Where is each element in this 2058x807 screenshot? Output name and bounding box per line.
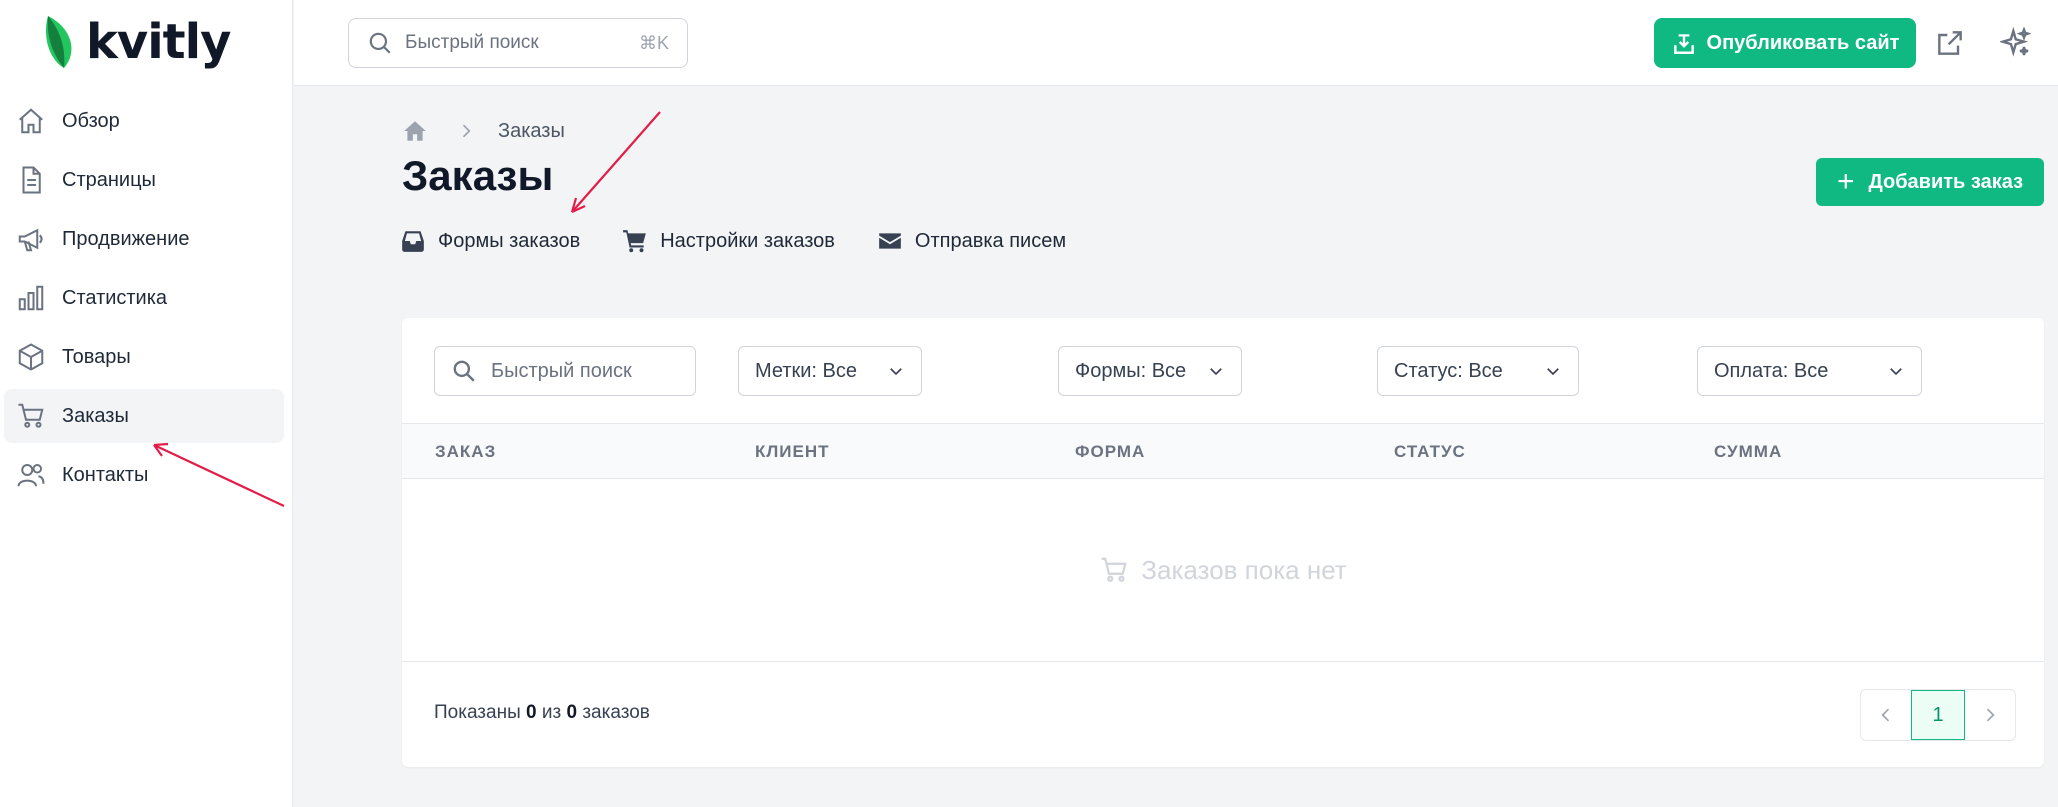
cube-icon [18, 343, 44, 371]
sidebar: kvitly Обзор Страницы Продвижение Статис… [0, 0, 293, 807]
bar-chart-icon [18, 285, 44, 311]
column-header-order[interactable]: ЗАКАЗ [435, 442, 496, 462]
megaphone-icon [18, 228, 43, 252]
upload-icon [1673, 34, 1694, 54]
ai-assistant-button[interactable] [1998, 26, 2032, 59]
pagination: 1 [1860, 689, 2016, 741]
breadcrumb-current: Заказы [498, 119, 565, 142]
order-forms-link[interactable]: Формы заказов [400, 228, 580, 254]
empty-state: Заказов пока нет [402, 479, 2044, 661]
global-search-placeholder: Быстрый поиск [405, 32, 539, 53]
page-number-button[interactable]: 1 [1911, 690, 1965, 740]
cart-icon [623, 230, 647, 253]
plus-icon: + [1836, 165, 1855, 198]
home-icon[interactable] [402, 118, 428, 144]
chevron-down-icon [1890, 368, 1902, 376]
email-sending-link[interactable]: Отправка писем [877, 228, 1066, 254]
chevron-right-icon [462, 124, 471, 138]
results-summary: Показаны 0 из 0 заказов [434, 702, 650, 723]
sidebar-item-label: Продвижение [62, 227, 190, 250]
column-header-client[interactable]: КЛИЕНТ [755, 442, 830, 462]
users-icon [17, 464, 45, 487]
prev-page-button[interactable] [1861, 690, 1911, 740]
table-footer: Показаны 0 из 0 заказов 1 [402, 661, 2044, 767]
next-page-button[interactable] [1965, 690, 2015, 740]
sidebar-item-label: Страницы [62, 168, 156, 191]
sparkles-icon [1998, 26, 2032, 57]
sidebar-item-pages[interactable]: Страницы [4, 153, 284, 207]
sidebar-item-promotion[interactable]: Продвижение [4, 212, 284, 266]
sidebar-nav: Обзор Страницы Продвижение Статистика То… [4, 94, 284, 507]
global-search-input[interactable]: Быстрый поиск ⌘K [348, 18, 688, 68]
logo[interactable]: kvitly [42, 14, 231, 70]
payment-filter-value: Оплата: Все [1714, 359, 1829, 382]
publish-site-label: Опубликовать сайт [1706, 31, 1900, 54]
chevron-down-icon [1547, 368, 1559, 376]
sidebar-item-statistics[interactable]: Статистика [4, 271, 284, 325]
tags-filter-value: Метки: Все [755, 359, 858, 382]
sidebar-item-products[interactable]: Товары [4, 330, 284, 384]
external-link-icon [1938, 31, 1962, 55]
envelope-icon [879, 233, 901, 249]
order-forms-label: Формы заказов [438, 229, 581, 252]
empty-state-text: Заказов пока нет [1141, 554, 1347, 585]
column-header-amount[interactable]: СУММА [1714, 442, 1782, 462]
tags-filter-select[interactable]: Метки: Все [738, 346, 922, 396]
publish-site-button[interactable]: Опубликовать сайт [1654, 18, 1916, 68]
search-icon [453, 360, 475, 382]
search-icon [369, 32, 391, 54]
inbox-icon [402, 231, 424, 252]
chevron-down-icon [890, 368, 902, 376]
document-icon [22, 166, 41, 194]
chevron-right-icon [1986, 708, 1995, 722]
open-site-button[interactable] [1934, 27, 1966, 59]
leaf-logo-icon [45, 16, 72, 68]
order-settings-link[interactable]: Настройки заказов [622, 228, 835, 254]
chevron-down-icon [1210, 368, 1222, 376]
payment-filter-select[interactable]: Оплата: Все [1697, 346, 1922, 396]
orders-search-placeholder: Быстрый поиск [491, 359, 632, 382]
status-filter-select[interactable]: Статус: Все [1377, 346, 1579, 396]
status-filter-value: Статус: Все [1394, 359, 1503, 382]
add-order-label: Добавить заказ [1868, 170, 2024, 193]
orders-search-input[interactable]: Быстрый поиск [434, 346, 696, 396]
column-header-form[interactable]: ФОРМА [1075, 442, 1145, 462]
sidebar-item-label: Товары [62, 345, 131, 368]
search-shortcut: ⌘K [638, 32, 669, 53]
forms-filter-value: Формы: Все [1075, 359, 1187, 382]
sidebar-item-label: Контакты [62, 463, 149, 486]
forms-filter-select[interactable]: Формы: Все [1058, 346, 1242, 396]
home-icon [19, 108, 43, 134]
orders-subnav: Формы заказов Настройки заказов Отправка… [400, 228, 1108, 254]
sidebar-item-label: Заказы [62, 404, 129, 427]
orders-card: Быстрый поиск Метки: Все Формы: Все Стат… [402, 318, 2044, 767]
page-title: Заказы [402, 152, 554, 199]
add-order-button[interactable]: + Добавить заказ [1816, 158, 2044, 206]
cart-icon [1101, 557, 1127, 582]
cart-icon [18, 403, 44, 428]
table-header: ЗАКАЗ КЛИЕНТ ФОРМА СТАТУС СУММА [402, 423, 2044, 479]
sidebar-item-label: Обзор [62, 109, 120, 132]
chevron-left-icon [1881, 708, 1890, 722]
order-settings-label: Настройки заказов [660, 229, 835, 252]
arrow-to-order-forms [570, 111, 661, 213]
sidebar-item-overview[interactable]: Обзор [4, 94, 284, 148]
topbar: Быстрый поиск ⌘K Опубликовать сайт [294, 0, 2058, 86]
sidebar-item-label: Статистика [62, 286, 168, 309]
logo-text: kvitly [86, 14, 231, 70]
sidebar-item-contacts[interactable]: Контакты [4, 448, 284, 502]
sidebar-item-orders[interactable]: Заказы [4, 389, 284, 443]
breadcrumb: Заказы [402, 118, 565, 144]
email-sending-label: Отправка писем [914, 229, 1067, 252]
column-header-status[interactable]: СТАТУС [1394, 442, 1466, 462]
